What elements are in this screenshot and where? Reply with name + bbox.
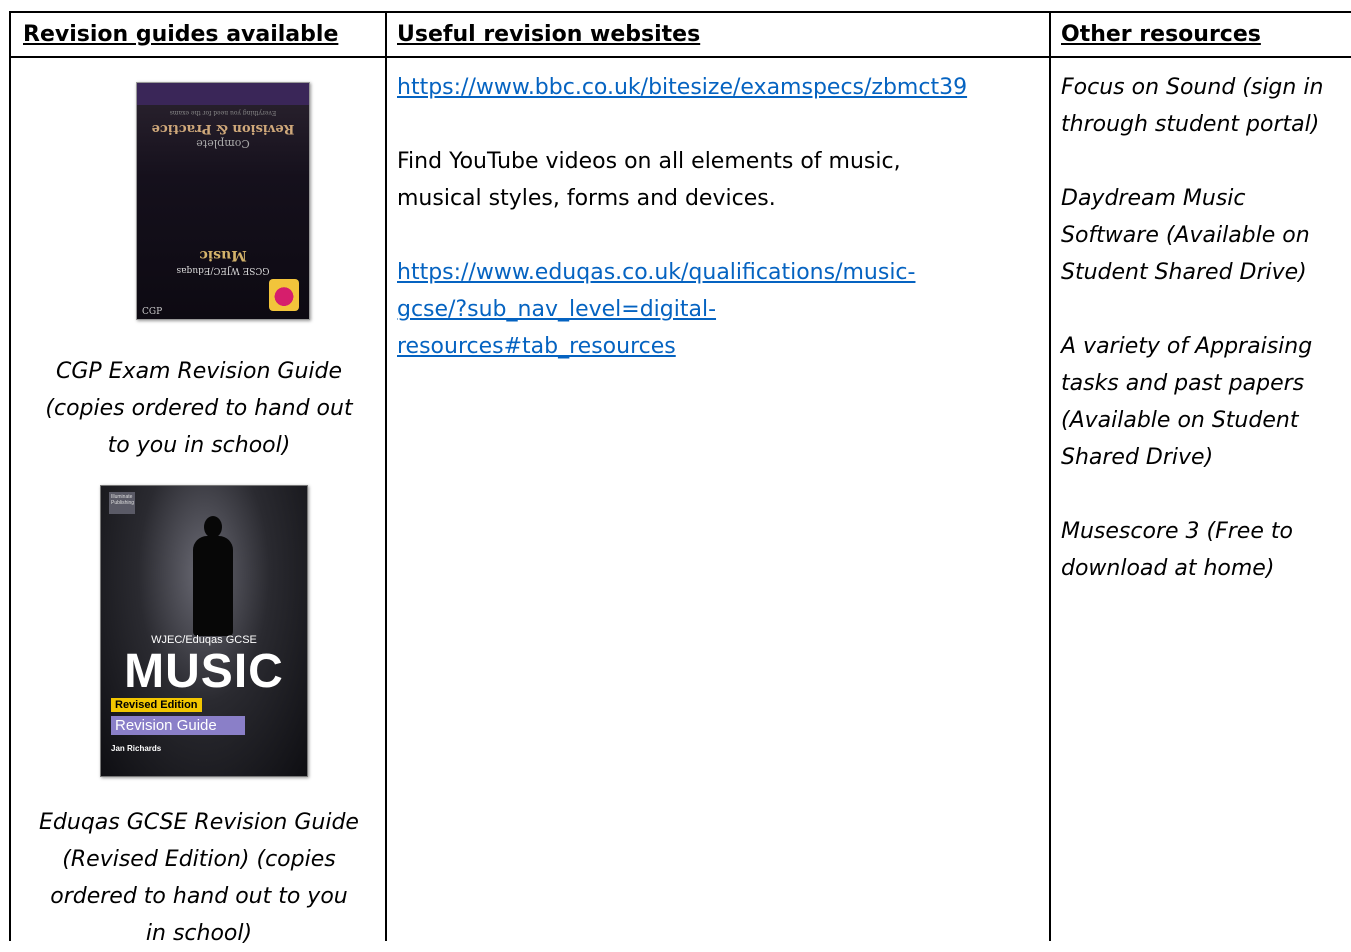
header-other-resources: Other resources (1061, 22, 1261, 47)
resource-line: Student Shared Drive) (1061, 260, 1307, 285)
other-resources-cell: Focus on Sound (sign in through student … (1061, 69, 1351, 587)
resource-line: Software (Available on (1061, 223, 1310, 248)
caption-line: (copies ordered to hand out (45, 396, 353, 421)
eduqas-link[interactable]: gcse/?sub_nav_level=digital- (397, 297, 716, 322)
resource-line: through student portal) (1061, 112, 1320, 137)
cover-publisher: Illuminate Publishing (109, 492, 135, 514)
header-revision-websites: Useful revision websites (397, 22, 701, 47)
eduqas-link[interactable]: https://www.eduqas.co.uk/qualifications/… (397, 260, 915, 285)
header-revision-guides: Revision guides available (23, 22, 339, 47)
column-divider (1049, 13, 1051, 941)
caption-line: to you in school) (107, 433, 291, 458)
performer-silhouette-icon (191, 516, 235, 636)
cover-title: MUSIC (124, 645, 284, 698)
cover-series-complete: Complete (196, 137, 250, 150)
cover-title: Music (199, 247, 247, 263)
cover-guide-label: Revision Guide (111, 716, 245, 735)
websites-cell: https://www.bbc.co.uk/bitesize/examspecs… (397, 69, 1047, 365)
eduqas-link[interactable]: resources#tab_resources (397, 334, 676, 359)
resource-line: Focus on Sound (sign in (1061, 75, 1324, 100)
resource-line: tasks and past papers (1061, 371, 1305, 396)
cover-small-text: Everything you need for the exams (169, 109, 277, 116)
column-divider (385, 13, 387, 941)
caption-line: in school) (145, 921, 253, 946)
cgp-book-cover: Everything you need for the exams Revisi… (136, 82, 310, 320)
cover-band (137, 83, 309, 105)
eduqas-book-cover: Illuminate Publishing WJEC/Eduqas GCSE M… (100, 485, 308, 777)
youtube-text: musical styles, forms and devices. (397, 186, 776, 211)
bbc-bitesize-link[interactable]: https://www.bbc.co.uk/bitesize/examspecs… (397, 75, 967, 100)
resource-line: download at home) (1061, 556, 1275, 581)
resource-line: (Available on Student (1061, 408, 1299, 433)
cover-author: Jan Richards (111, 744, 162, 753)
cover-badge-icon (269, 279, 299, 311)
resource-line: Shared Drive) (1061, 445, 1214, 470)
caption-line: (Revised Edition) (copies (62, 847, 336, 872)
resource-line: Daydream Music (1061, 186, 1246, 211)
cgp-guide-caption: CGP Exam Revision Guide (copies ordered … (13, 353, 385, 464)
eduqas-guide-caption: Eduqas GCSE Revision Guide (Revised Edit… (13, 804, 385, 952)
cover-publisher: CGP (142, 307, 163, 317)
caption-line: CGP Exam Revision Guide (55, 359, 343, 384)
caption-line: ordered to hand out to you (50, 884, 348, 909)
cover-series-text: Revision & Practice (151, 121, 295, 136)
cover-subtitle: GCSE WJEC/Eduqas (176, 265, 270, 275)
caption-line: Eduqas GCSE Revision Guide (39, 810, 359, 835)
header-divider (11, 56, 1351, 58)
cover-edition: Revised Edition (111, 698, 202, 712)
youtube-text: Find YouTube videos on all elements of m… (397, 149, 901, 174)
resources-table: Revision guides available Useful revisio… (9, 11, 1351, 946)
resource-line: Musescore 3 (Free to (1061, 519, 1293, 544)
resource-line: A variety of Appraising (1061, 334, 1313, 359)
